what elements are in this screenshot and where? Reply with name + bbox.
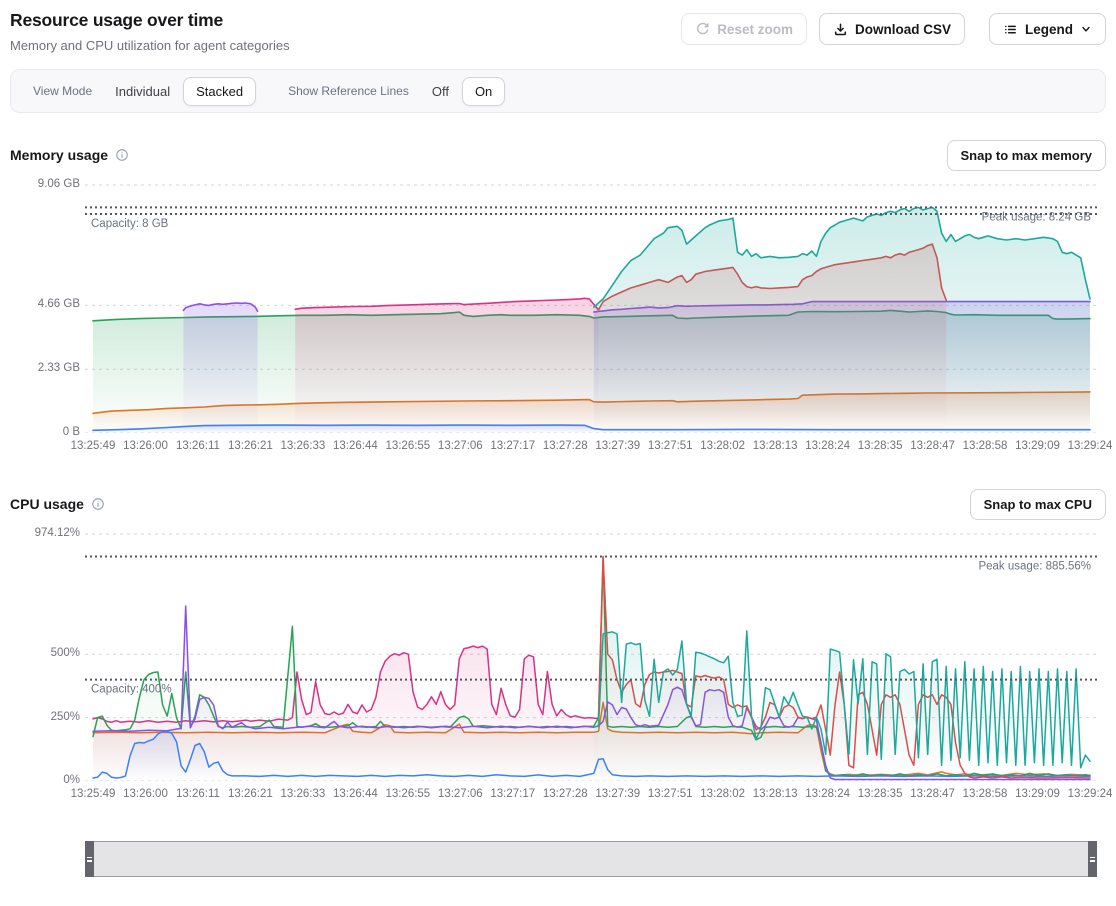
x-axis-label: 13:26:55: [378, 440, 438, 452]
memory-section-title: Memory usage: [10, 147, 108, 163]
cpu-chart: Peak usage: 885.56% Capacity: 400% 974.12%…: [10, 527, 1106, 808]
memory-chart: Peak usage: 8.24 GBCapacity: 8 GB 9.06 GB…: [10, 178, 1106, 460]
x-axis-label: 13:26:21: [220, 440, 280, 452]
reset-zoom-button[interactable]: Reset zoom: [681, 13, 807, 45]
x-axis-label: 13:27:51: [640, 788, 700, 800]
x-axis-label: 13:27:51: [640, 440, 700, 452]
x-axis-label: 13:25:49: [63, 788, 123, 800]
snap-to-max-cpu-button[interactable]: Snap to max CPU: [970, 489, 1106, 520]
x-axis-label: 13:27:06: [430, 788, 490, 800]
series-purple-area: [183, 303, 257, 433]
x-axis-label: 13:29:09: [1008, 440, 1068, 452]
refline-label: Capacity: 400%: [91, 684, 172, 696]
legend-label: Legend: [1025, 22, 1073, 37]
y-axis-label: 500%: [10, 647, 80, 659]
y-axis-label: 250%: [10, 711, 80, 723]
list-icon: [1003, 22, 1018, 37]
x-axis-label: 13:26:33: [273, 788, 333, 800]
cpu-plot-area[interactable]: Peak usage: 885.56% Capacity: 400%: [85, 527, 1097, 781]
view-mode-stacked-button[interactable]: Stacked: [183, 77, 256, 106]
x-axis-label: 13:27:17: [483, 788, 543, 800]
chevron-down-icon: [1080, 23, 1092, 35]
x-axis-label: 13:28:47: [903, 788, 963, 800]
y-axis-label: 974.12%: [10, 527, 80, 539]
x-axis-label: 13:29:24: [1060, 788, 1116, 800]
brush-handle-left[interactable]: [85, 841, 94, 877]
x-axis-label: 13:26:44: [325, 440, 385, 452]
x-axis-label: 13:26:00: [115, 440, 175, 452]
x-axis-label: 13:26:55: [378, 788, 438, 800]
memory-plot-area[interactable]: Peak usage: 8.24 GBCapacity: 8 GB: [85, 178, 1097, 433]
x-axis-label: 13:26:33: [273, 440, 333, 452]
header-actions: Reset zoom Download CSV Legend: [681, 13, 1106, 45]
cpu-section-title: CPU usage: [10, 496, 84, 512]
x-axis-label: 13:28:02: [693, 440, 753, 452]
reference-lines-off-button[interactable]: Off: [419, 77, 462, 106]
y-axis-label: 0 B: [10, 426, 80, 438]
x-axis-label: 13:27:06: [430, 440, 490, 452]
y-axis-label: 9.06 GB: [10, 178, 80, 190]
x-axis-label: 13:28:13: [745, 440, 805, 452]
x-axis-label: 13:28:24: [798, 440, 858, 452]
resource-usage-dashboard: Resource usage over time Memory and CPU …: [0, 0, 1116, 877]
x-axis-label: 13:27:39: [588, 440, 648, 452]
refresh-icon: [695, 22, 710, 37]
y-axis-label: 2.33 GB: [10, 362, 80, 374]
x-axis-label: 13:26:21: [220, 788, 280, 800]
x-axis-label: 13:25:49: [63, 440, 123, 452]
reset-zoom-label: Reset zoom: [717, 22, 793, 37]
x-axis-label: 13:28:13: [745, 788, 805, 800]
info-icon[interactable]: [91, 497, 105, 511]
header: Resource usage over time Memory and CPU …: [10, 8, 1106, 53]
x-axis-label: 13:28:47: [903, 440, 963, 452]
x-axis-label: 13:28:58: [955, 788, 1015, 800]
refline-label: Capacity: 8 GB: [91, 218, 169, 230]
y-axis-label: 4.66 GB: [10, 298, 80, 310]
reference-lines-on-button[interactable]: On: [462, 77, 505, 106]
x-axis-label: 13:27:28: [535, 788, 595, 800]
x-axis-label: 13:27:39: [588, 788, 648, 800]
series-teal-area: [594, 207, 1090, 433]
view-mode-individual-button[interactable]: Individual: [102, 77, 183, 106]
show-reference-lines-label: Show Reference Lines: [288, 84, 409, 98]
x-axis-label: 13:28:02: [693, 788, 753, 800]
view-controls-bar: View Mode Individual Stacked Show Refere…: [10, 69, 1106, 113]
page-subtitle: Memory and CPU utilization for agent cat…: [10, 38, 290, 53]
brush-handle-right[interactable]: [1088, 841, 1097, 877]
download-csv-label: Download CSV: [855, 22, 951, 37]
x-axis-label: 13:28:24: [798, 788, 858, 800]
x-axis-label: 13:29:24: [1060, 440, 1116, 452]
view-mode-label: View Mode: [33, 84, 92, 98]
x-axis-label: 13:29:09: [1008, 788, 1068, 800]
page-title: Resource usage over time: [10, 10, 290, 31]
x-axis-label: 13:28:35: [850, 788, 910, 800]
x-axis-label: 13:27:28: [535, 440, 595, 452]
x-axis-label: 13:28:35: [850, 440, 910, 452]
y-axis-label: 0%: [10, 774, 80, 786]
legend-button[interactable]: Legend: [989, 13, 1106, 45]
x-axis-label: 13:28:58: [955, 440, 1015, 452]
series-magenta-area: [295, 298, 598, 433]
refline-label: Peak usage: 885.56%: [978, 561, 1091, 573]
cpu-section-header: CPU usage Snap to max CPU: [10, 488, 1106, 520]
x-axis-label: 13:26:11: [168, 788, 228, 800]
x-axis-label: 13:26:00: [115, 788, 175, 800]
memory-section-header: Memory usage Snap to max memory: [10, 139, 1106, 171]
time-range-brush[interactable]: [85, 841, 1097, 877]
x-axis-label: 13:26:44: [325, 788, 385, 800]
info-icon[interactable]: [115, 148, 129, 162]
x-axis-label: 13:26:11: [168, 440, 228, 452]
snap-to-max-memory-button[interactable]: Snap to max memory: [947, 140, 1107, 171]
download-csv-button[interactable]: Download CSV: [819, 13, 965, 45]
download-icon: [833, 22, 848, 37]
header-text: Resource usage over time Memory and CPU …: [10, 8, 290, 53]
x-axis-label: 13:27:17: [483, 440, 543, 452]
